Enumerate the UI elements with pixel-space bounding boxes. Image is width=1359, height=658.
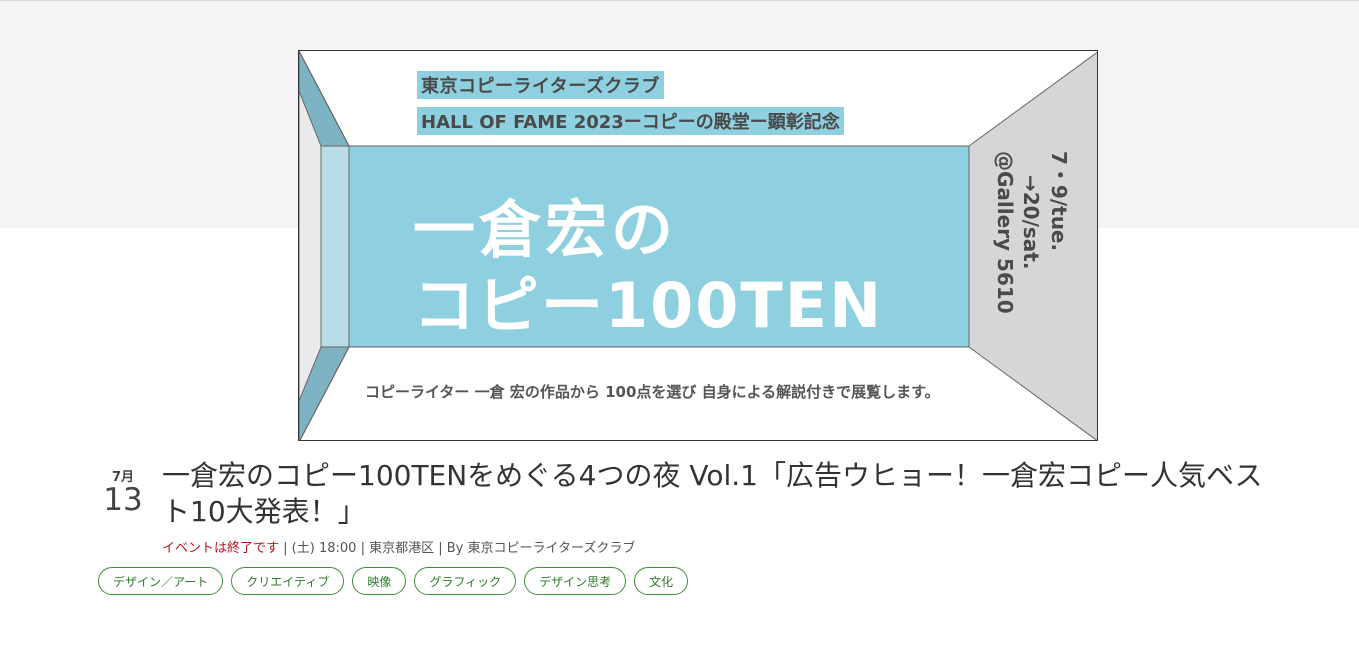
event-date: 7月 13 bbox=[100, 466, 146, 518]
event-day: 13 bbox=[103, 482, 143, 518]
meta-separator: | bbox=[438, 541, 447, 556]
meta-separator: | bbox=[360, 541, 370, 556]
event-location: 東京都港区 bbox=[369, 541, 435, 556]
tag-design-thinking[interactable]: デザイン思考 bbox=[524, 567, 627, 595]
event-meta: イベントは終了です | (土) 18:00 | 東京都港区 | By 東京コピー… bbox=[162, 537, 635, 556]
meta-separator: | bbox=[283, 541, 292, 556]
banner-title-line2: コピー100TEN bbox=[413, 269, 883, 342]
event-status: イベントは終了です bbox=[162, 541, 280, 556]
tag-design-art[interactable]: デザイン／アート bbox=[98, 567, 224, 595]
banner-dates-start: 7・9/tue. bbox=[1047, 151, 1071, 252]
banner-venue: @Gallery 5610 bbox=[993, 151, 1017, 314]
event-title: 一倉宏のコピー100TENをめぐる4つの夜 Vol.1「広告ウヒョー！一倉宏コピ… bbox=[162, 459, 1263, 528]
banner-dates-block: 7・9/tue. →20/sat. @Gallery 5610 bbox=[967, 147, 1087, 347]
tag-culture[interactable]: 文化 bbox=[634, 567, 689, 595]
event-time: (土) 18:00 bbox=[291, 541, 357, 556]
tag-list: デザイン／アート クリエイティブ 映像 グラフィック デザイン思考 文化 bbox=[98, 567, 689, 595]
event-banner-image[interactable]: 東京コピーライターズクラブ HALL OF FAME 2023ーコピーの殿堂ー顕… bbox=[298, 50, 1098, 441]
tag-graphic[interactable]: グラフィック bbox=[414, 567, 517, 595]
event-organizer[interactable]: By 東京コピーライターズクラブ bbox=[447, 541, 636, 556]
tag-video[interactable]: 映像 bbox=[352, 567, 407, 595]
banner-dates-end: →20/sat. bbox=[1019, 175, 1043, 270]
tag-creative[interactable]: クリエイティブ bbox=[231, 567, 345, 595]
banner-hof-line: HALL OF FAME 2023ーコピーの殿堂ー顕彰記念 bbox=[417, 107, 844, 135]
banner-org-line: 東京コピーライターズクラブ bbox=[417, 71, 664, 99]
banner-description: コピーライター 一倉 宏の作品から 100点を選び 自身による解説付きで展覧しま… bbox=[365, 383, 940, 401]
